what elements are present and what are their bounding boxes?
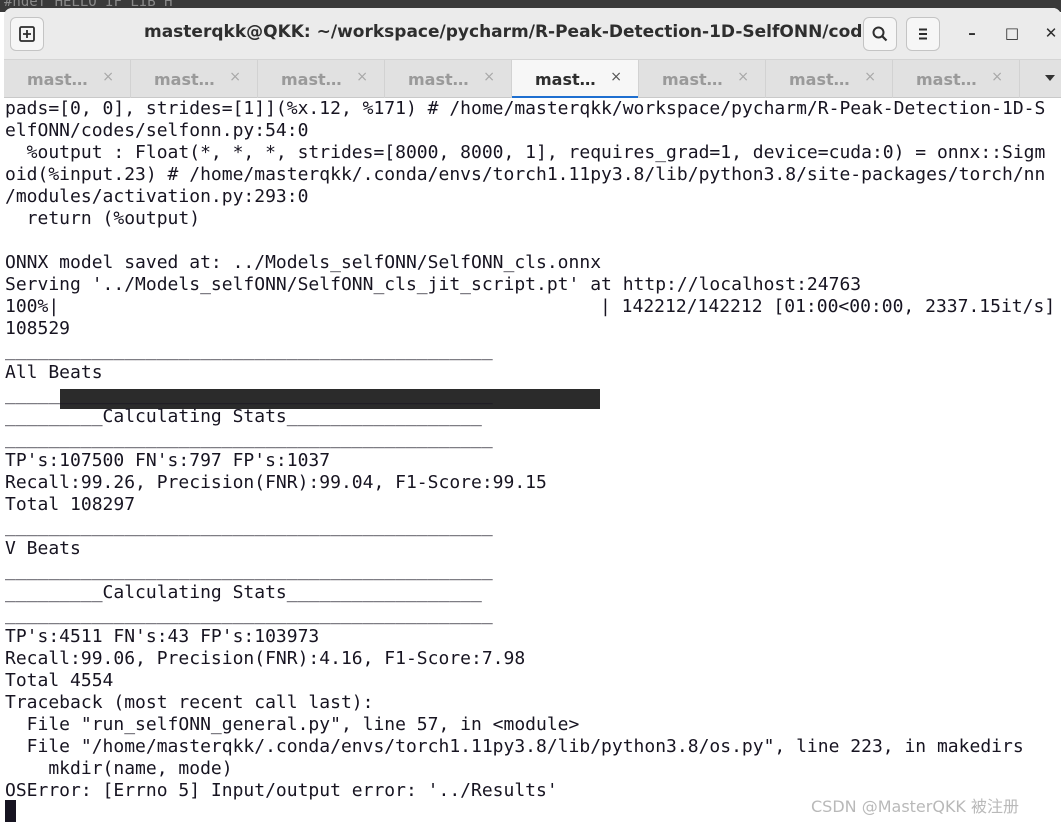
terminal-line: %output : Float(*, *, *, strides=[8000, … — [5, 142, 1046, 163]
terminal-line: V Beats — [5, 538, 81, 559]
tab-label: mast… — [27, 69, 88, 89]
progress-left-text: 100%| — [5, 296, 60, 317]
terminal-line: ________________________________________… — [5, 384, 493, 405]
tab-label: mast… — [789, 69, 850, 89]
terminal-line: pads=[0, 0], strides=[1]](%x.12, %171) #… — [5, 98, 1046, 119]
terminal-line: Recall:99.26, Precision(FNR):99.04, F1-S… — [5, 472, 547, 493]
terminal-line: Traceback (most recent call last): — [5, 692, 374, 713]
progress-right-text: | 142212/142212 [01:00<00:00, 2337.15it/… — [600, 296, 1056, 317]
tab-label: mast… — [408, 69, 469, 89]
terminal-tab[interactable]: mast… × — [4, 60, 131, 98]
terminal-line: TP's:4511 FN's:43 FP's:103973 — [5, 626, 320, 647]
terminal-line: File "/home/masterqkk/.conda/envs/torch1… — [5, 736, 1024, 757]
tab-close-icon[interactable]: × — [483, 69, 495, 85]
terminal-line: ________________________________________… — [5, 560, 493, 581]
terminal-line: _________Calculating Stats______________… — [5, 406, 482, 427]
terminal-line: elfONN/codes/selfonn.py:54:0 — [5, 120, 309, 141]
terminal-output[interactable]: pads=[0, 0], strides=[1]](%x.12, %171) #… — [4, 98, 1061, 826]
terminal-line: oid(%input.23) # /home/masterqkk/.conda/… — [5, 164, 1046, 185]
title-bar: masterqkk@QKK: ~/workspace/pycharm/R-Pea… — [4, 8, 1061, 60]
tab-label: mast… — [662, 69, 723, 89]
terminal-tab[interactable]: mast… × — [766, 60, 893, 98]
terminal-line: ________________________________________… — [5, 428, 493, 449]
terminal-line: Recall:99.06, Precision(FNR):4.16, F1-Sc… — [5, 648, 526, 669]
watermark: CSDN @MasterQKK 被注册 — [811, 797, 1020, 816]
tab-close-icon[interactable]: × — [610, 69, 622, 85]
maximize-button[interactable]: □ — [1001, 22, 1023, 44]
terminal-line: _________Calculating Stats______________… — [5, 582, 482, 603]
tab-close-icon[interactable]: × — [229, 69, 241, 85]
terminal-line: /modules/activation.py:293:0 — [5, 186, 309, 207]
tab-close-icon[interactable]: × — [864, 69, 876, 85]
terminal-line: ONNX model saved at: ../Models_selfONN/S… — [5, 252, 602, 273]
terminal-line: ________________________________________… — [5, 340, 493, 361]
search-icon — [872, 26, 888, 42]
new-tab-button[interactable] — [10, 17, 44, 51]
terminal-window: masterqkk@QKK: ~/workspace/pycharm/R-Pea… — [4, 8, 1061, 826]
close-window-button[interactable]: ✕ — [1040, 22, 1061, 44]
terminal-line: ________________________________________… — [5, 516, 493, 537]
terminal-tab[interactable]: mast… × — [258, 60, 385, 98]
tab-close-icon[interactable]: × — [737, 69, 749, 85]
search-button[interactable] — [863, 17, 897, 51]
tab-close-icon[interactable]: × — [356, 69, 368, 85]
terminal-line: 108529 — [5, 318, 71, 339]
new-tab-icon — [19, 26, 35, 42]
terminal-tab[interactable]: mast… × — [893, 60, 1020, 98]
terminal-line: All Beats — [5, 362, 103, 383]
maximize-icon: □ — [1004, 24, 1020, 42]
tab-close-icon[interactable]: × — [991, 69, 1003, 85]
tab-bar: mast… × mast… × mast… × mast… × mast… × … — [4, 60, 1061, 99]
terminal-tab[interactable]: mast… × — [131, 60, 258, 98]
terminal-tab-active[interactable]: mast… × — [512, 60, 639, 99]
terminal-line: OSError: [Errno 5] Input/output error: '… — [5, 780, 558, 801]
terminal-line: return (%output) — [5, 208, 201, 229]
minimize-icon: – — [968, 24, 976, 42]
terminal-line: TP's:107500 FN's:797 FP's:1037 — [5, 450, 331, 471]
terminal-line: File "run_selfONN_general.py", line 57, … — [5, 714, 580, 735]
terminal-cursor — [5, 800, 16, 822]
hamburger-menu-icon — [919, 28, 927, 40]
menu-button[interactable] — [906, 17, 940, 51]
terminal-tab[interactable]: mast… × — [385, 60, 512, 98]
terminal-line: mkdir(name, mode) — [5, 758, 233, 779]
tab-label: mast… — [916, 69, 977, 89]
terminal-line: Serving '../Models_selfONN/SelfONN_cls_j… — [5, 274, 862, 295]
tab-label: mast… — [535, 69, 596, 89]
minimize-button[interactable]: – — [961, 22, 983, 44]
tab-label: mast… — [154, 69, 215, 89]
close-icon: ✕ — [1044, 24, 1058, 42]
tab-close-icon[interactable]: × — [102, 69, 114, 85]
tab-overflow-chevron-down-icon[interactable] — [1045, 75, 1055, 81]
terminal-line: Total 4554 — [5, 670, 114, 691]
window-title: masterqkk@QKK: ~/workspace/pycharm/R-Pea… — [144, 22, 885, 42]
terminal-line: Total 108297 — [5, 494, 136, 515]
terminal-line: ________________________________________… — [5, 604, 493, 625]
terminal-tab[interactable]: mast… × — [639, 60, 766, 98]
tab-label: mast… — [281, 69, 342, 89]
